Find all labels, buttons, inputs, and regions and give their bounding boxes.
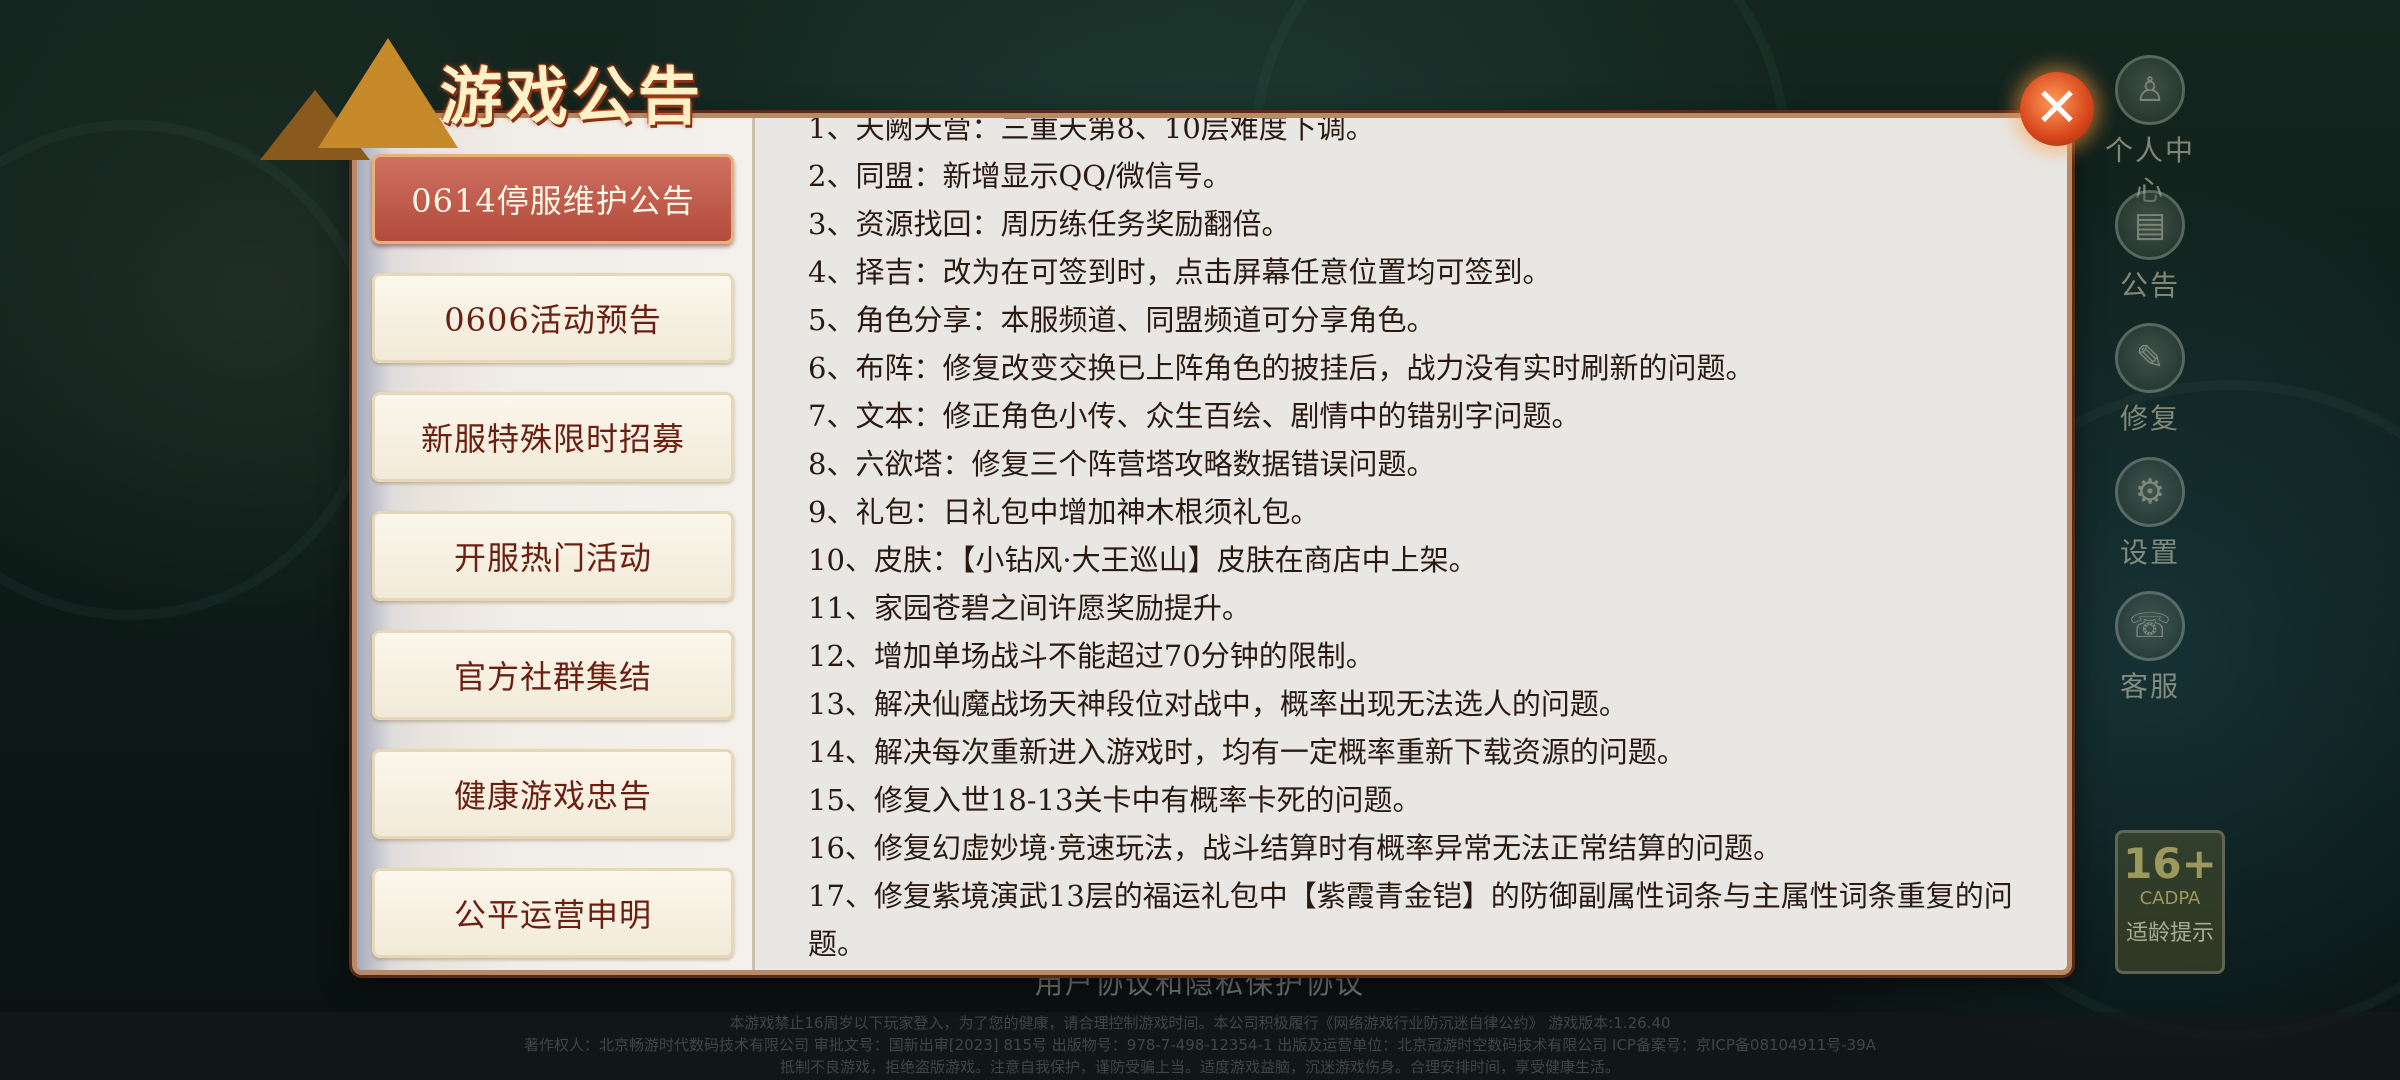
content-line: 10、皮肤：【小钻风·大王巡山】皮肤在商店中上架。 xyxy=(808,543,1478,577)
legal-line: 著作权人：北京畅游时代数码技术有限公司 审批文号：国新出审[2023] 815号… xyxy=(523,1036,1877,1054)
announcement-tab-list: 0614停服维护公告 0606活动预告 新服特殊限时招募 开服热门活动 官方社群… xyxy=(357,118,755,970)
notice-icon: ▤ xyxy=(2115,190,2185,260)
tab-event-preview[interactable]: 0606活动预告 xyxy=(372,273,734,363)
content-line: 13、解决仙魔战场天神段位对战中，概率出现无法选人的问题。 xyxy=(808,687,1628,721)
side-item-customer-service[interactable]: ☏ 客服 xyxy=(2095,591,2205,705)
headset-icon: ☏ xyxy=(2115,591,2185,661)
content-line: 16、修复幻虚妙境·竞速玩法，战斗结算时有概率异常无法正常结算的问题。 xyxy=(808,831,1783,865)
age-rating-org: CADPA xyxy=(2139,888,2201,909)
content-line: 8、六欲塔：修复三个阵营塔攻略数据错误问题。 xyxy=(808,447,1436,481)
tab-fair-operation[interactable]: 公平运营申明 xyxy=(372,868,734,958)
tab-official-community[interactable]: 官方社群集结 xyxy=(372,630,734,720)
gear-icon: ⚙ xyxy=(2115,457,2185,527)
mountain-decoration xyxy=(318,38,458,148)
side-item-user-center[interactable]: ♙ 个人中心 xyxy=(2095,55,2205,209)
announcement-content[interactable]: 1、天阙天营：三重天第8、10层难度下调。 2、同盟：新增显示QQ/微信号。 3… xyxy=(752,118,2067,970)
announcement-panel: 0614停服维护公告 0606活动预告 新服特殊限时招募 开服热门活动 官方社群… xyxy=(352,113,2072,975)
side-item-label: 客服 xyxy=(2119,670,2180,703)
content-line: 3、资源找回：周历练任务奖励翻倍。 xyxy=(808,207,1291,241)
wrench-icon: ✎ xyxy=(2115,323,2185,393)
page-title: 游戏公告 xyxy=(440,60,705,133)
side-item-label: 修复 xyxy=(2119,402,2180,435)
content-line: 12、增加单场战斗不能超过70分钟的限制。 xyxy=(808,639,1375,673)
tab-opening-events[interactable]: 开服热门活动 xyxy=(372,511,734,601)
content-line: 11、家园苍碧之间许愿奖励提升。 xyxy=(808,591,1251,625)
legal-notice: 本游戏禁止16周岁以下玩家登入，为了您的健康，请合理控制游戏时间。本公司积极履行… xyxy=(0,1012,2400,1080)
title-banner: 游戏公告 xyxy=(200,30,760,170)
side-item-label: 公告 xyxy=(2119,269,2180,302)
content-line: 2、同盟：新增显示QQ/微信号。 xyxy=(808,159,1232,193)
content-line: 5、角色分享：本服频道、同盟频道可分享角色。 xyxy=(808,303,1436,337)
legal-line: 抵制不良游戏，拒绝盗版游戏。注意自我保护，谨防受骗上当。适度游戏益脑，沉迷游戏伤… xyxy=(779,1058,1620,1076)
side-item-notice[interactable]: ▤ 公告 xyxy=(2095,190,2205,304)
side-item-settings[interactable]: ⚙ 设置 xyxy=(2095,457,2205,571)
content-line: 1、天阙天营：三重天第8、10层难度下调。 xyxy=(808,118,1375,145)
content-line: 17、修复紫境演武13层的福运礼包中【紫霞青金铠】的防御副属性词条与主属性词条重… xyxy=(808,879,2013,961)
age-rating-number: 16+ xyxy=(2123,839,2217,888)
age-rating-label: 适龄提示 xyxy=(2125,921,2214,946)
content-line: 9、礼包：日礼包中增加神木根须礼包。 xyxy=(808,495,1320,529)
tab-new-server-recruit[interactable]: 新服特殊限时招募 xyxy=(372,392,734,482)
close-button[interactable]: ✕ xyxy=(2020,72,2094,146)
content-line: 7、文本：修正角色小传、众生百绘、剧情中的错别字问题。 xyxy=(808,399,1581,433)
user-icon: ♙ xyxy=(2115,55,2185,125)
content-line: 15、修复入世18-13关卡中有概率卡死的问题。 xyxy=(808,783,1422,817)
side-item-repair[interactable]: ✎ 修复 xyxy=(2095,323,2205,437)
side-item-label: 设置 xyxy=(2119,536,2180,569)
legal-line: 本游戏禁止16周岁以下玩家登入，为了您的健康，请合理控制游戏时间。本公司积极履行… xyxy=(729,1014,1671,1032)
age-rating-badge[interactable]: 16+ CADPA 适龄提示 xyxy=(2115,830,2225,974)
announcement-text: 1、天阙天营：三重天第8、10层难度下调。 2、同盟：新增显示QQ/微信号。 3… xyxy=(808,118,2038,968)
tab-health-advice[interactable]: 健康游戏忠告 xyxy=(372,749,734,839)
content-line: 4、择吉：改为在可签到时，点击屏幕任意位置均可签到。 xyxy=(808,255,1552,289)
content-line: 14、解决每次重新进入游戏时，均有一定概率重新下载资源的问题。 xyxy=(808,735,1686,769)
content-line: 6、布阵：修复改变交换已上阵角色的披挂后，战力没有实时刷新的问题。 xyxy=(808,351,1755,385)
